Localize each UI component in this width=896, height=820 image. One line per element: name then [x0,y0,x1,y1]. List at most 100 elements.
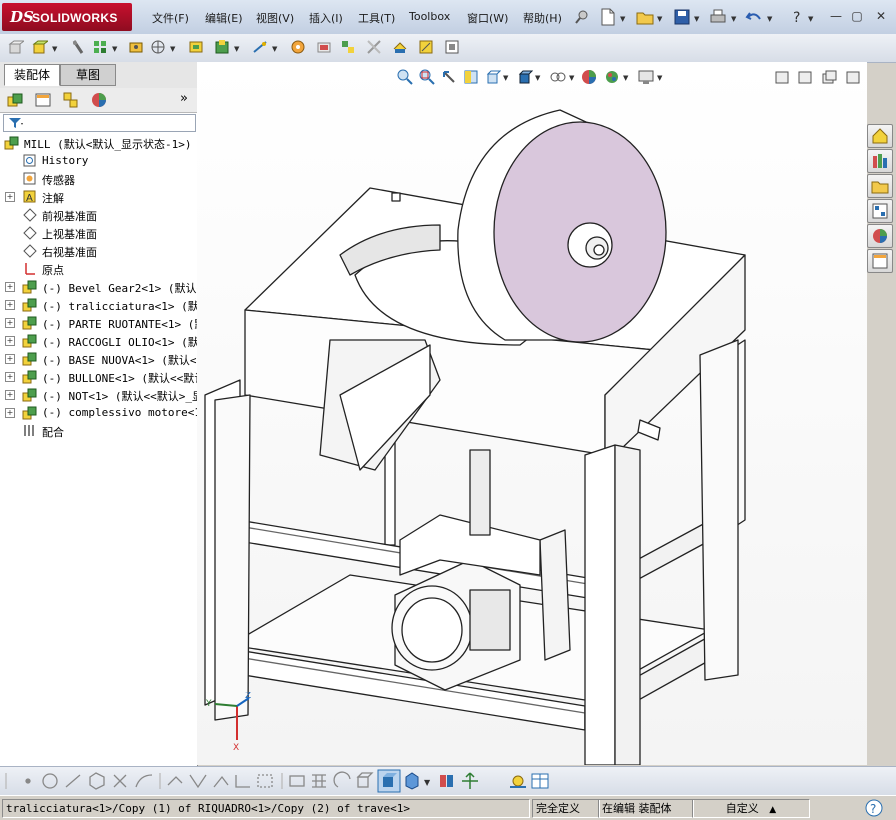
menu-view[interactable]: 视图(V) [256,10,294,26]
linear-pattern-icon[interactable] [92,39,108,55]
orientation-dropdown-icon[interactable]: ▼ [503,74,508,82]
units-selector[interactable]: 自定义 ▲ [692,799,810,818]
tree-item[interactable]: History [0,152,197,170]
tree-item[interactable]: 前视基准面 [0,206,197,224]
help-dropdown-icon[interactable]: ▼ [808,15,813,23]
tree-item[interactable]: + (-) PARTE RUOTANTE<1> (默认<< [0,314,197,332]
display-style-icon[interactable] [517,69,533,85]
move-component-icon[interactable] [150,39,166,55]
view-settings-icon[interactable] [637,69,655,85]
menu-file[interactable]: 文件(F) [152,10,189,26]
expand-toggle[interactable]: + [5,282,15,292]
speedpak-icon[interactable] [444,39,460,55]
tree-item[interactable]: + (-) BASE NUOVA<1> (默认<<默认 [0,350,197,368]
section-view-icon[interactable] [463,69,479,85]
undo-icon[interactable] [745,8,763,26]
task-pane-file-explorer[interactable] [867,174,893,198]
tree-item[interactable]: MILL (默认<默认_显示状态-1>) [0,134,197,152]
menu-edit[interactable]: 编辑(E) [205,10,243,26]
close-button[interactable]: ✕ [872,8,890,24]
refgeom-dropdown-icon[interactable]: ▼ [272,45,277,53]
insert-component-icon[interactable] [8,39,24,55]
feature-manager-tab-icon[interactable] [6,91,24,109]
filter-icon[interactable] [8,117,24,129]
instant3d-icon[interactable] [392,39,408,55]
task-pane-custom-properties[interactable] [867,249,893,273]
expand-toggle[interactable]: + [5,408,15,418]
reference-geometry-icon[interactable] [252,39,268,55]
tree-item[interactable]: 配合 [0,422,197,440]
new-dropdown-icon[interactable]: ▼ [620,15,625,23]
task-pane-home[interactable] [867,124,893,148]
menu-window[interactable]: 窗口(W) [467,10,508,26]
pin-icon[interactable] [574,9,590,25]
expand-toggle[interactable]: + [5,192,15,202]
new-part-icon[interactable] [32,39,48,55]
tab-sketch[interactable]: 草图 [60,64,116,86]
expand-toggle[interactable]: + [5,336,15,346]
hide-show-items-icon[interactable] [549,69,567,85]
expand-toggle[interactable]: + [5,372,15,382]
interference-icon[interactable] [366,39,382,55]
assembly-features-icon[interactable] [214,39,230,55]
expand-toggle[interactable]: + [5,390,15,400]
edit-appearance-icon[interactable] [581,69,597,85]
solidworks-logo[interactable]: DS SOLIDWORKS [2,3,132,31]
sketch-tools[interactable]: ▼ [0,769,560,793]
display-manager-tab-icon[interactable] [90,91,108,109]
task-pane-design-library[interactable] [867,149,893,173]
help-question-icon[interactable]: ? [790,8,806,26]
panel-expand-button[interactable]: » [180,91,188,106]
part-dropdown-icon[interactable]: ▼ [52,45,57,53]
view-settings-dropdown-icon[interactable]: ▼ [657,74,662,82]
tree-item[interactable]: 传感器 [0,170,197,188]
task-pane-appearances[interactable] [867,224,893,248]
expand-toggle[interactable]: + [5,300,15,310]
help-icon[interactable]: ? [864,798,884,818]
zoom-to-fit-icon[interactable] [397,69,413,85]
graphics-area[interactable]: Y Z X [197,62,867,765]
previous-view-icon[interactable] [441,69,457,85]
exploded-view-icon[interactable] [316,39,332,55]
view-orientation-icon[interactable] [485,69,501,85]
menu-insert[interactable]: 插入(I) [309,10,343,26]
tree-item[interactable]: 原点 [0,260,197,278]
print-dropdown-icon[interactable]: ▼ [731,15,736,23]
tree-item[interactable]: + (-) tralicciatura<1> (默认<<默 [0,296,197,314]
show-hidden-icon[interactable] [188,39,204,55]
tree-item[interactable]: 上视基准面 [0,224,197,242]
open-folder-icon[interactable] [636,8,654,26]
tree-item[interactable]: + (-) complessivo motore<1> ( [0,404,197,422]
open-dropdown-icon[interactable]: ▼ [657,15,662,23]
configuration-manager-tab-icon[interactable] [62,91,80,109]
display-dropdown-icon[interactable]: ▼ [535,74,540,82]
menu-help[interactable]: 帮助(H) [523,10,562,26]
undo-dropdown-icon[interactable]: ▼ [767,15,772,23]
tree-item[interactable]: + (-) Bevel Gear2<1> (默认<<默认>_ [0,278,197,296]
property-manager-tab-icon[interactable] [34,91,52,109]
scene-dropdown-icon[interactable]: ▼ [623,74,628,82]
tree-item[interactable]: + (-) RACCOGLI OLIO<1> (默认<<默 [0,332,197,350]
hide-show-dropdown-icon[interactable]: ▼ [569,74,574,82]
menu-tools[interactable]: 工具(T) [358,10,395,26]
expand-toggle[interactable]: + [5,354,15,364]
zoom-area-icon[interactable] [419,69,435,85]
restore-button[interactable]: ▢ [848,8,866,24]
print-icon[interactable] [709,8,727,26]
apply-scene-icon[interactable] [603,69,621,85]
bill-of-materials-icon[interactable] [290,39,306,55]
move-dropdown-icon[interactable]: ▼ [170,45,175,53]
mate-icon[interactable] [70,39,86,55]
new-document-icon[interactable] [599,8,617,26]
menu-toolbox[interactable]: Toolbox [409,10,450,26]
minimize-button[interactable]: — [827,8,845,24]
tree-item[interactable]: + (-) NOT<1> (默认<<默认>_显示状 [0,386,197,404]
task-pane-view-palette[interactable] [867,199,893,223]
pattern-dropdown-icon[interactable]: ▼ [112,45,117,53]
tree-item[interactable]: + (-) BULLONE<1> (默认<<默认>_显 [0,368,197,386]
tree-filter-input[interactable] [3,114,196,132]
features-dropdown-icon[interactable]: ▼ [234,45,239,53]
physical-simulation-icon[interactable] [418,39,434,55]
save-dropdown-icon[interactable]: ▼ [694,15,699,23]
explode-line-icon[interactable] [340,39,356,55]
